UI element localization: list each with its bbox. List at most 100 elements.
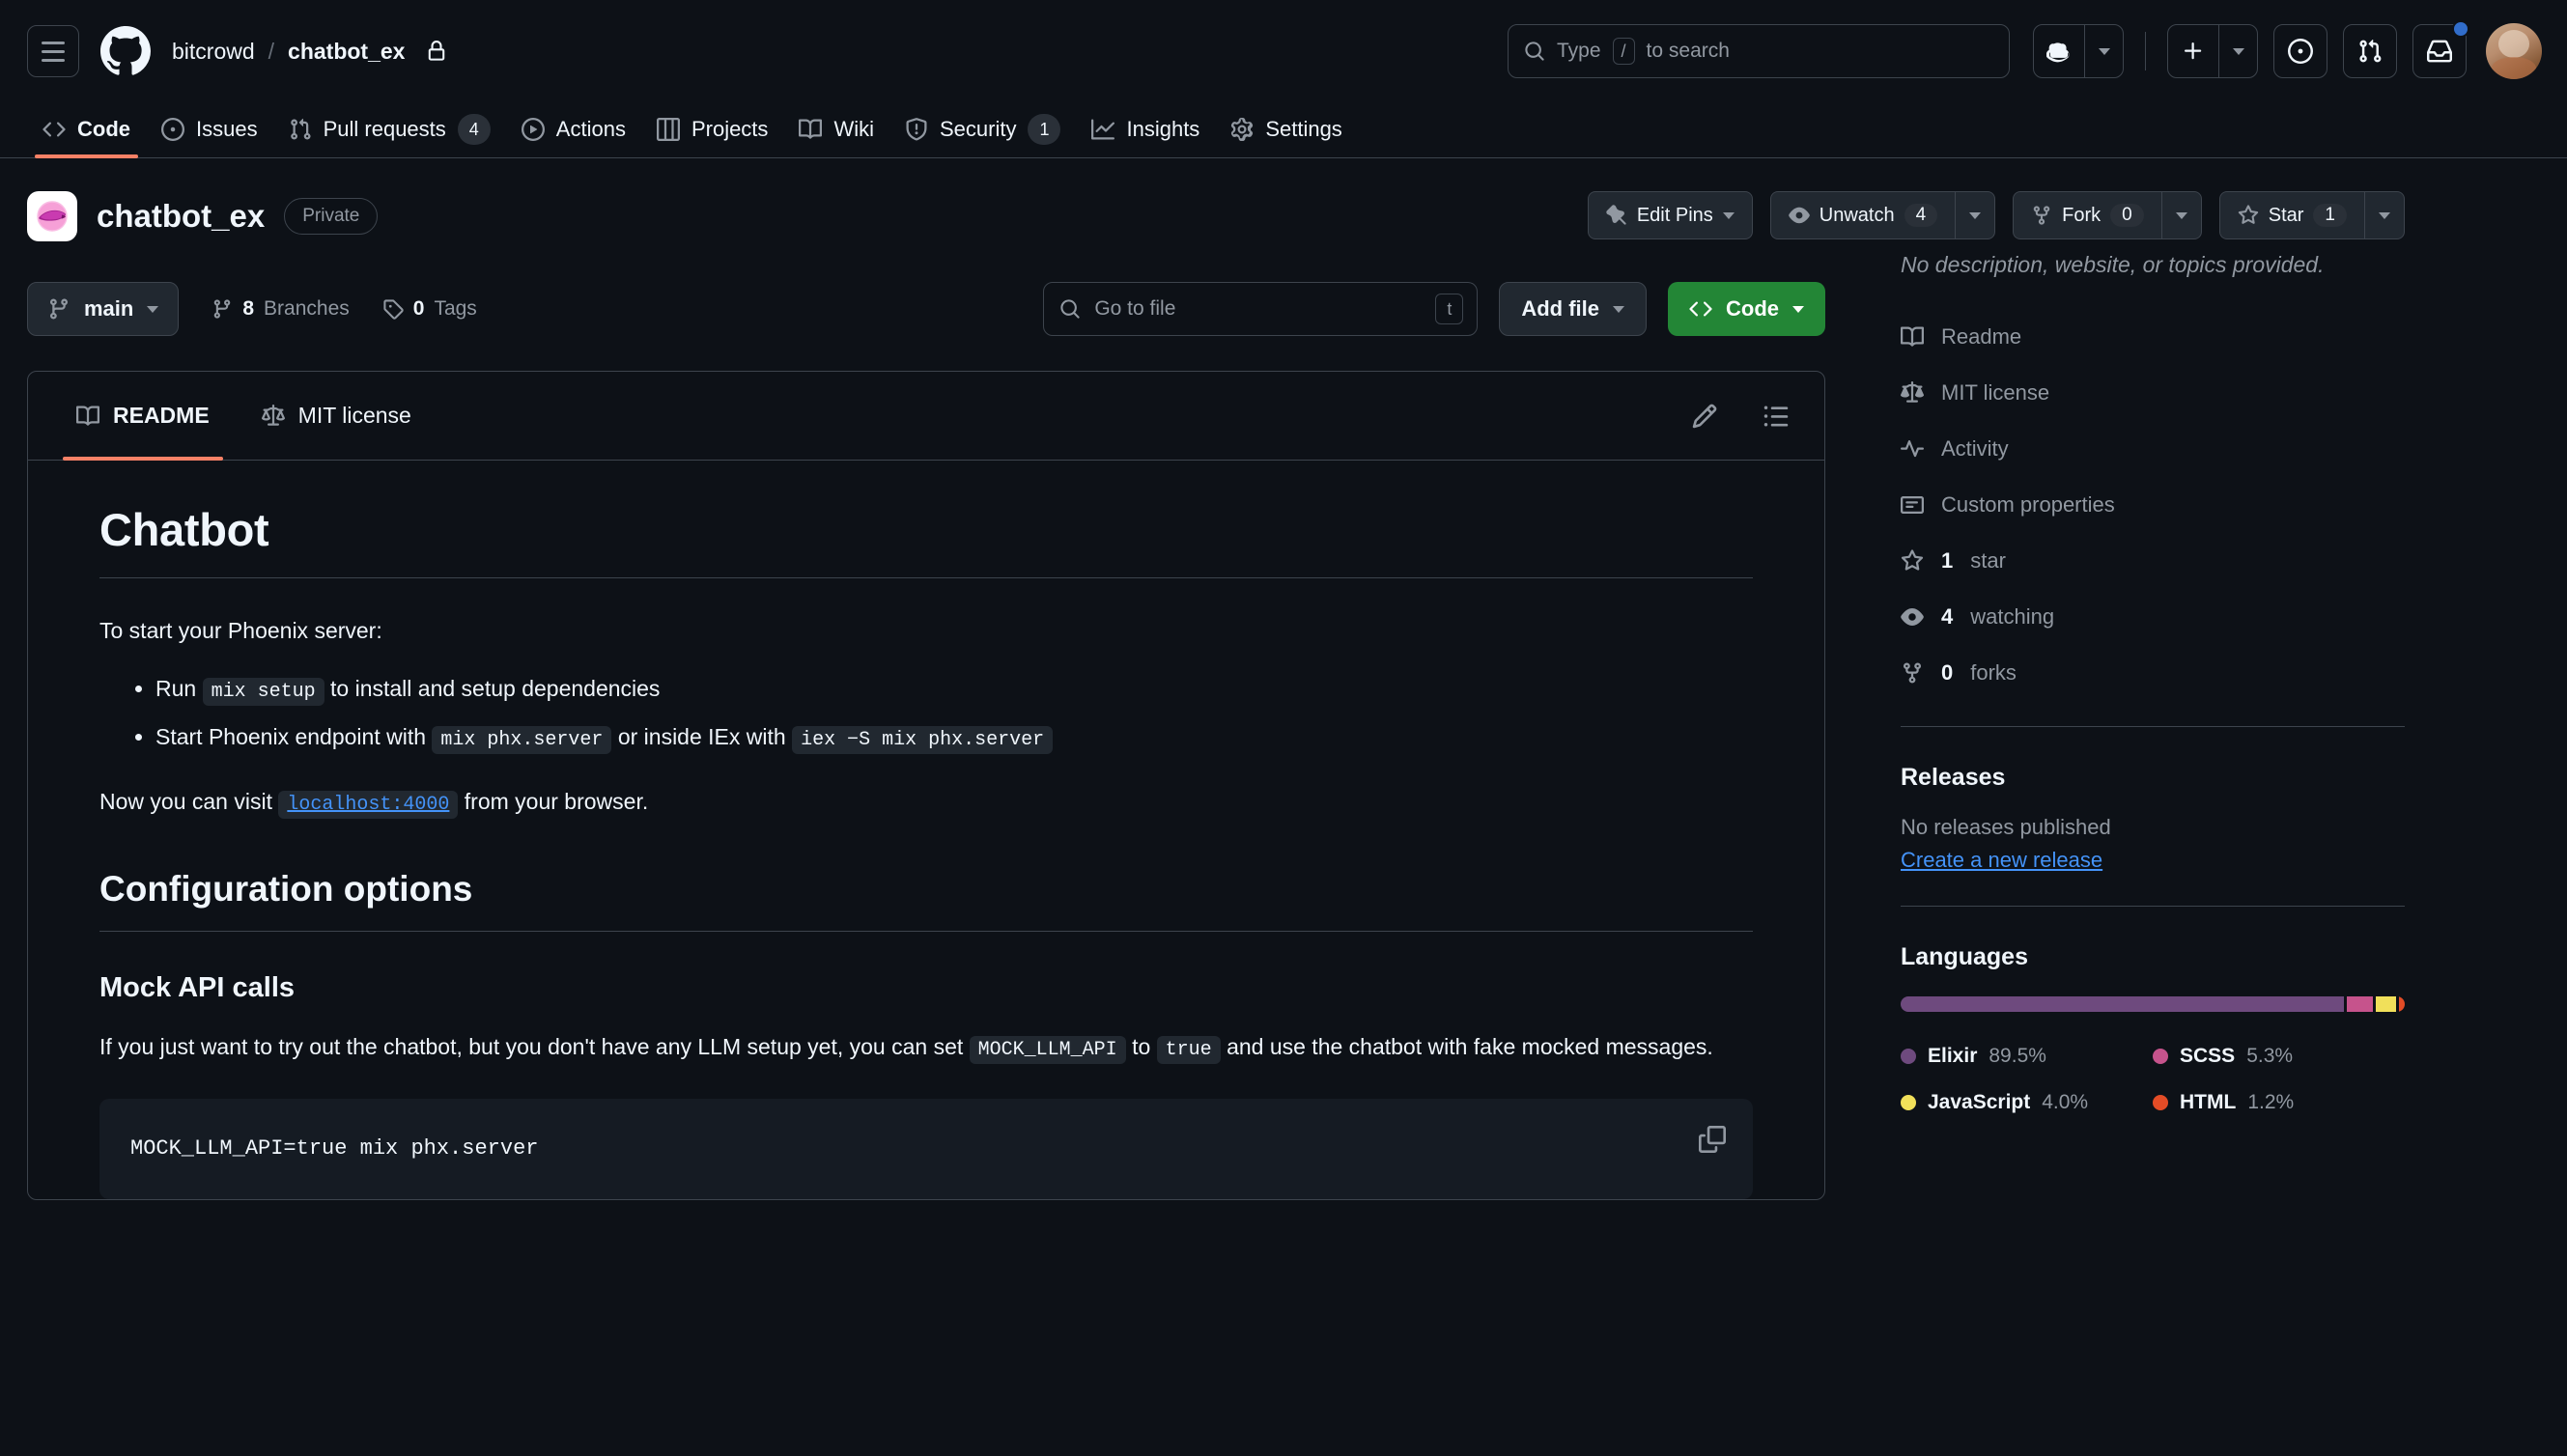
tab-mit-license-label: MIT license <box>297 403 411 428</box>
language-name: SCSS <box>2180 1044 2236 1067</box>
sidebar-item-stars[interactable]: 1 star <box>1901 533 2405 589</box>
copilot-chevron-down-icon[interactable] <box>2084 25 2123 77</box>
notifications-inbox-icon[interactable] <box>2412 20 2469 78</box>
language-name: HTML <box>2180 1090 2237 1113</box>
language-legend-entry[interactable]: Elixir 89.5% <box>1901 1033 2153 1079</box>
sidebar-item-license[interactable]: MIT license <box>1901 365 2405 421</box>
create-new-chevron-down-icon[interactable] <box>2218 25 2257 77</box>
language-legend-entry[interactable]: JavaScript 4.0% <box>1901 1079 2153 1126</box>
copy-icon[interactable] <box>1699 1125 1726 1153</box>
branch-selector[interactable]: main <box>27 282 180 336</box>
tags-count: 0 <box>412 297 425 320</box>
breadcrumb-repo[interactable]: chatbot_ex <box>288 39 405 65</box>
branch-chevron-down-icon[interactable] <box>147 305 159 313</box>
branches-label: Branches <box>264 297 350 320</box>
sidebar-item-watching[interactable]: 4 watching <box>1901 589 2405 645</box>
language-bar-segment[interactable] <box>2398 995 2405 1012</box>
language-legend-entry[interactable]: SCSS 5.3% <box>2153 1033 2405 1079</box>
watch-chevron-down-icon[interactable] <box>1955 191 1996 239</box>
law-icon <box>1901 380 1924 403</box>
sidebar-item-stars-label: star <box>1970 547 2006 573</box>
issues-icon[interactable] <box>2273 24 2327 78</box>
tab-security-label: Security <box>939 117 1017 141</box>
menu-icon[interactable] <box>27 25 79 77</box>
tab-issues[interactable]: Issues <box>146 101 273 157</box>
readme-h1: Chatbot <box>99 504 269 555</box>
sidebar-item-custom-properties[interactable]: Custom properties <box>1901 477 2405 533</box>
header-actions: Type / to search <box>1508 0 2542 102</box>
language-bar-segment[interactable] <box>1901 995 2345 1012</box>
star-chevron-down-icon[interactable] <box>2364 191 2405 239</box>
about-description: No description, website, or topics provi… <box>1901 252 2325 277</box>
repo-avatar-icon <box>27 191 77 241</box>
unwatch-button[interactable]: Unwatch 4 <box>1769 191 1956 239</box>
language-legend-entry[interactable]: HTML 1.2% <box>2153 1079 2405 1126</box>
fork-button[interactable]: Fork 0 <box>2013 191 2161 239</box>
localhost-link[interactable]: localhost:4000 <box>278 790 459 819</box>
star-button[interactable]: Star 1 <box>2218 191 2364 239</box>
language-name: JavaScript <box>1928 1090 2031 1113</box>
tab-projects-label: Projects <box>691 117 769 141</box>
tab-code[interactable]: Code <box>27 101 146 158</box>
tab-security-count: 1 <box>1028 114 1061 145</box>
search-input[interactable]: Type / to search <box>1508 24 2010 78</box>
tab-pull-requests[interactable]: Pull requests 4 <box>273 101 506 157</box>
add-file-chevron-down-icon[interactable] <box>1613 305 1624 313</box>
shield-icon <box>906 118 927 141</box>
edit-pins-button[interactable]: Edit Pins <box>1587 191 1753 239</box>
edit-pins-chevron-down-icon[interactable] <box>1722 211 1735 219</box>
tab-wiki-label: Wiki <box>833 117 874 141</box>
page-title[interactable]: chatbot_ex <box>97 198 265 235</box>
github-logo-icon[interactable] <box>100 26 151 76</box>
code-chevron-down-icon[interactable] <box>1792 305 1804 313</box>
copilot-icon[interactable] <box>2034 25 2084 77</box>
fork-chevron-down-icon[interactable] <box>2160 191 2202 239</box>
tab-readme[interactable]: README <box>63 372 223 461</box>
pr-icon <box>290 118 311 140</box>
code-button-label: Code <box>1726 296 1779 321</box>
code-button[interactable]: Code <box>1668 282 1825 336</box>
tab-wiki[interactable]: Wiki <box>783 101 889 157</box>
mock-code-2: true <box>1156 1035 1221 1064</box>
tab-actions[interactable]: Actions <box>506 101 641 157</box>
go-to-file-input[interactable]: Go to file t <box>1043 282 1479 336</box>
tab-mit-license[interactable]: MIT license <box>248 372 425 461</box>
list-unordered-icon[interactable] <box>1763 403 1790 430</box>
copilot-button-group[interactable] <box>2033 24 2124 78</box>
lock-icon <box>426 41 447 62</box>
create-new-button-group[interactable] <box>2167 24 2258 78</box>
fork-label: Fork <box>2062 204 2102 226</box>
readme-h3: Mock API calls <box>99 971 296 1003</box>
create-release-link[interactable]: Create a new release <box>1901 848 2405 873</box>
tag-icon <box>383 299 404 320</box>
language-bar-segment[interactable] <box>2376 995 2396 1012</box>
branches-link[interactable]: 8 Branches <box>212 297 350 321</box>
language-name: Elixir <box>1928 1044 1978 1067</box>
sidebar: About No description, website, or topics… <box>1825 158 2405 1200</box>
pull-requests-icon[interactable] <box>2343 24 2397 78</box>
mock-p2: to <box>1125 1033 1157 1059</box>
language-bar-segment[interactable] <box>2347 995 2374 1012</box>
sidebar-item-activity[interactable]: Activity <box>1901 421 2405 477</box>
tab-security[interactable]: Security 1 <box>889 101 1077 157</box>
avatar[interactable] <box>2486 23 2542 79</box>
repo-action-buttons: Edit Pins Unwatch 4 Fork 0 Star 1 <box>1587 191 2405 239</box>
breadcrumb-owner[interactable]: bitcrowd <box>172 39 255 65</box>
bullet-1-code1: mix phx.server <box>432 726 612 755</box>
sidebar-item-activity-label: Activity <box>1941 435 2009 461</box>
add-file-button[interactable]: Add file <box>1499 282 1647 336</box>
plus-icon[interactable] <box>2168 25 2218 77</box>
readme-visit-line: Now you can visit localhost:4000 from yo… <box>99 784 1753 821</box>
sidebar-item-forks[interactable]: 0 forks <box>1901 645 2405 701</box>
sidebar-item-readme[interactable]: Readme <box>1901 309 2405 365</box>
tab-settings[interactable]: Settings <box>1215 101 1358 157</box>
sidebar-forks-count: 0 <box>1941 659 1954 685</box>
gear-icon <box>1231 118 1254 141</box>
tab-projects[interactable]: Projects <box>641 101 783 157</box>
readme-panel: README MIT license Chatbot To start your… <box>27 371 1825 1200</box>
pencil-icon[interactable] <box>1691 403 1718 430</box>
branch-icon <box>49 298 68 320</box>
tab-insights[interactable]: Insights <box>1076 101 1215 157</box>
tags-link[interactable]: 0 Tags <box>382 297 477 321</box>
bullet-1-code2: iex −S mix phx.server <box>792 726 1054 755</box>
